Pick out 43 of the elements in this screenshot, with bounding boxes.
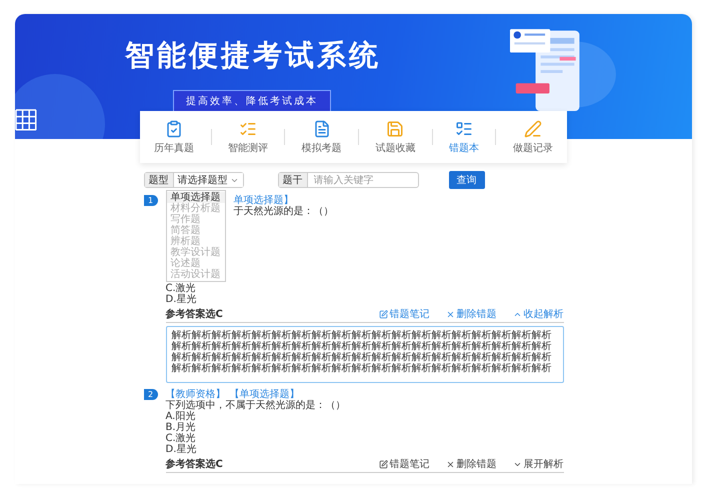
toggle-analysis-button[interactable]: 收起解析 <box>512 307 564 321</box>
search-button[interactable]: 查询 <box>448 171 484 189</box>
question-tag: 单项选择题】 <box>234 195 294 206</box>
note-button[interactable]: 错题笔记 <box>378 307 430 321</box>
edit-icon <box>378 460 388 468</box>
list-check-icon <box>455 120 474 138</box>
question-number: 1 <box>144 195 158 206</box>
answer-option: A.阳光 <box>166 411 196 422</box>
answer-option: C.激光 <box>166 433 196 444</box>
answer-option: D.星光 <box>166 294 196 305</box>
clipboard-check-icon <box>165 120 184 138</box>
edit-icon <box>378 310 388 318</box>
nav-item[interactable]: 试题收藏 <box>375 120 416 154</box>
delete-button[interactable]: 删除错题 <box>446 457 496 471</box>
type-label: 题型 <box>144 173 174 187</box>
reference-answer: 参考答案选C <box>166 458 224 470</box>
close-icon <box>446 310 454 318</box>
nav-item[interactable]: 模拟考题 <box>302 120 342 154</box>
nav-item[interactable]: 错题本 <box>449 120 480 154</box>
banner-subtitle: 提高效率、降低考试成本 <box>173 90 331 112</box>
nav-item[interactable]: 历年真题 <box>154 120 194 154</box>
answer-option: B.月光 <box>166 422 196 433</box>
question-number: 2 <box>144 389 158 400</box>
analysis-box: 解析解析解析解析解析解析解析解析解析解析解析解析解析解析解析解析解析解析解析解析解析解析解析解析解析解析解析解析解析解析解析解析解析解析解析解析解析解析解析解析解析解析解析解析解析解析解析解析解析解析解析解析解析解析解析解析解析解析解析解析解析解析解析解析解析解析解析解析解析解析解析解析解析解析解析解析 <box>166 326 564 383</box>
question-stem: 下列选项中，不属于天然光源的是：（） <box>166 400 346 411</box>
banner-title: 智能便捷考试系统 <box>125 37 382 74</box>
close-icon <box>446 460 454 468</box>
question-tag: 【单项选择题】 <box>230 389 300 400</box>
stem-label: 题干 <box>278 173 308 187</box>
answer-option: C.激光 <box>166 283 196 294</box>
delete-button[interactable]: 删除错题 <box>446 307 496 321</box>
type-select[interactable]: 请选择题型 <box>174 173 242 187</box>
reference-answer: 参考答案选C <box>166 308 224 320</box>
note-button[interactable]: 错题笔记 <box>378 457 430 471</box>
dropdown-option[interactable]: 单项选择题 <box>166 192 224 203</box>
nav-item[interactable]: 智能测评 <box>228 120 268 154</box>
toggle-analysis-button[interactable]: 展开解析 <box>512 457 564 471</box>
answer-option: D.星光 <box>166 444 196 455</box>
document-icon <box>312 120 331 138</box>
question-tag: 【教师资格】 <box>166 389 226 400</box>
nav-item[interactable]: 做题记录 <box>512 120 553 154</box>
grid-icon <box>15 109 37 131</box>
question-stem: 于天然光源的是：（） <box>234 206 334 217</box>
